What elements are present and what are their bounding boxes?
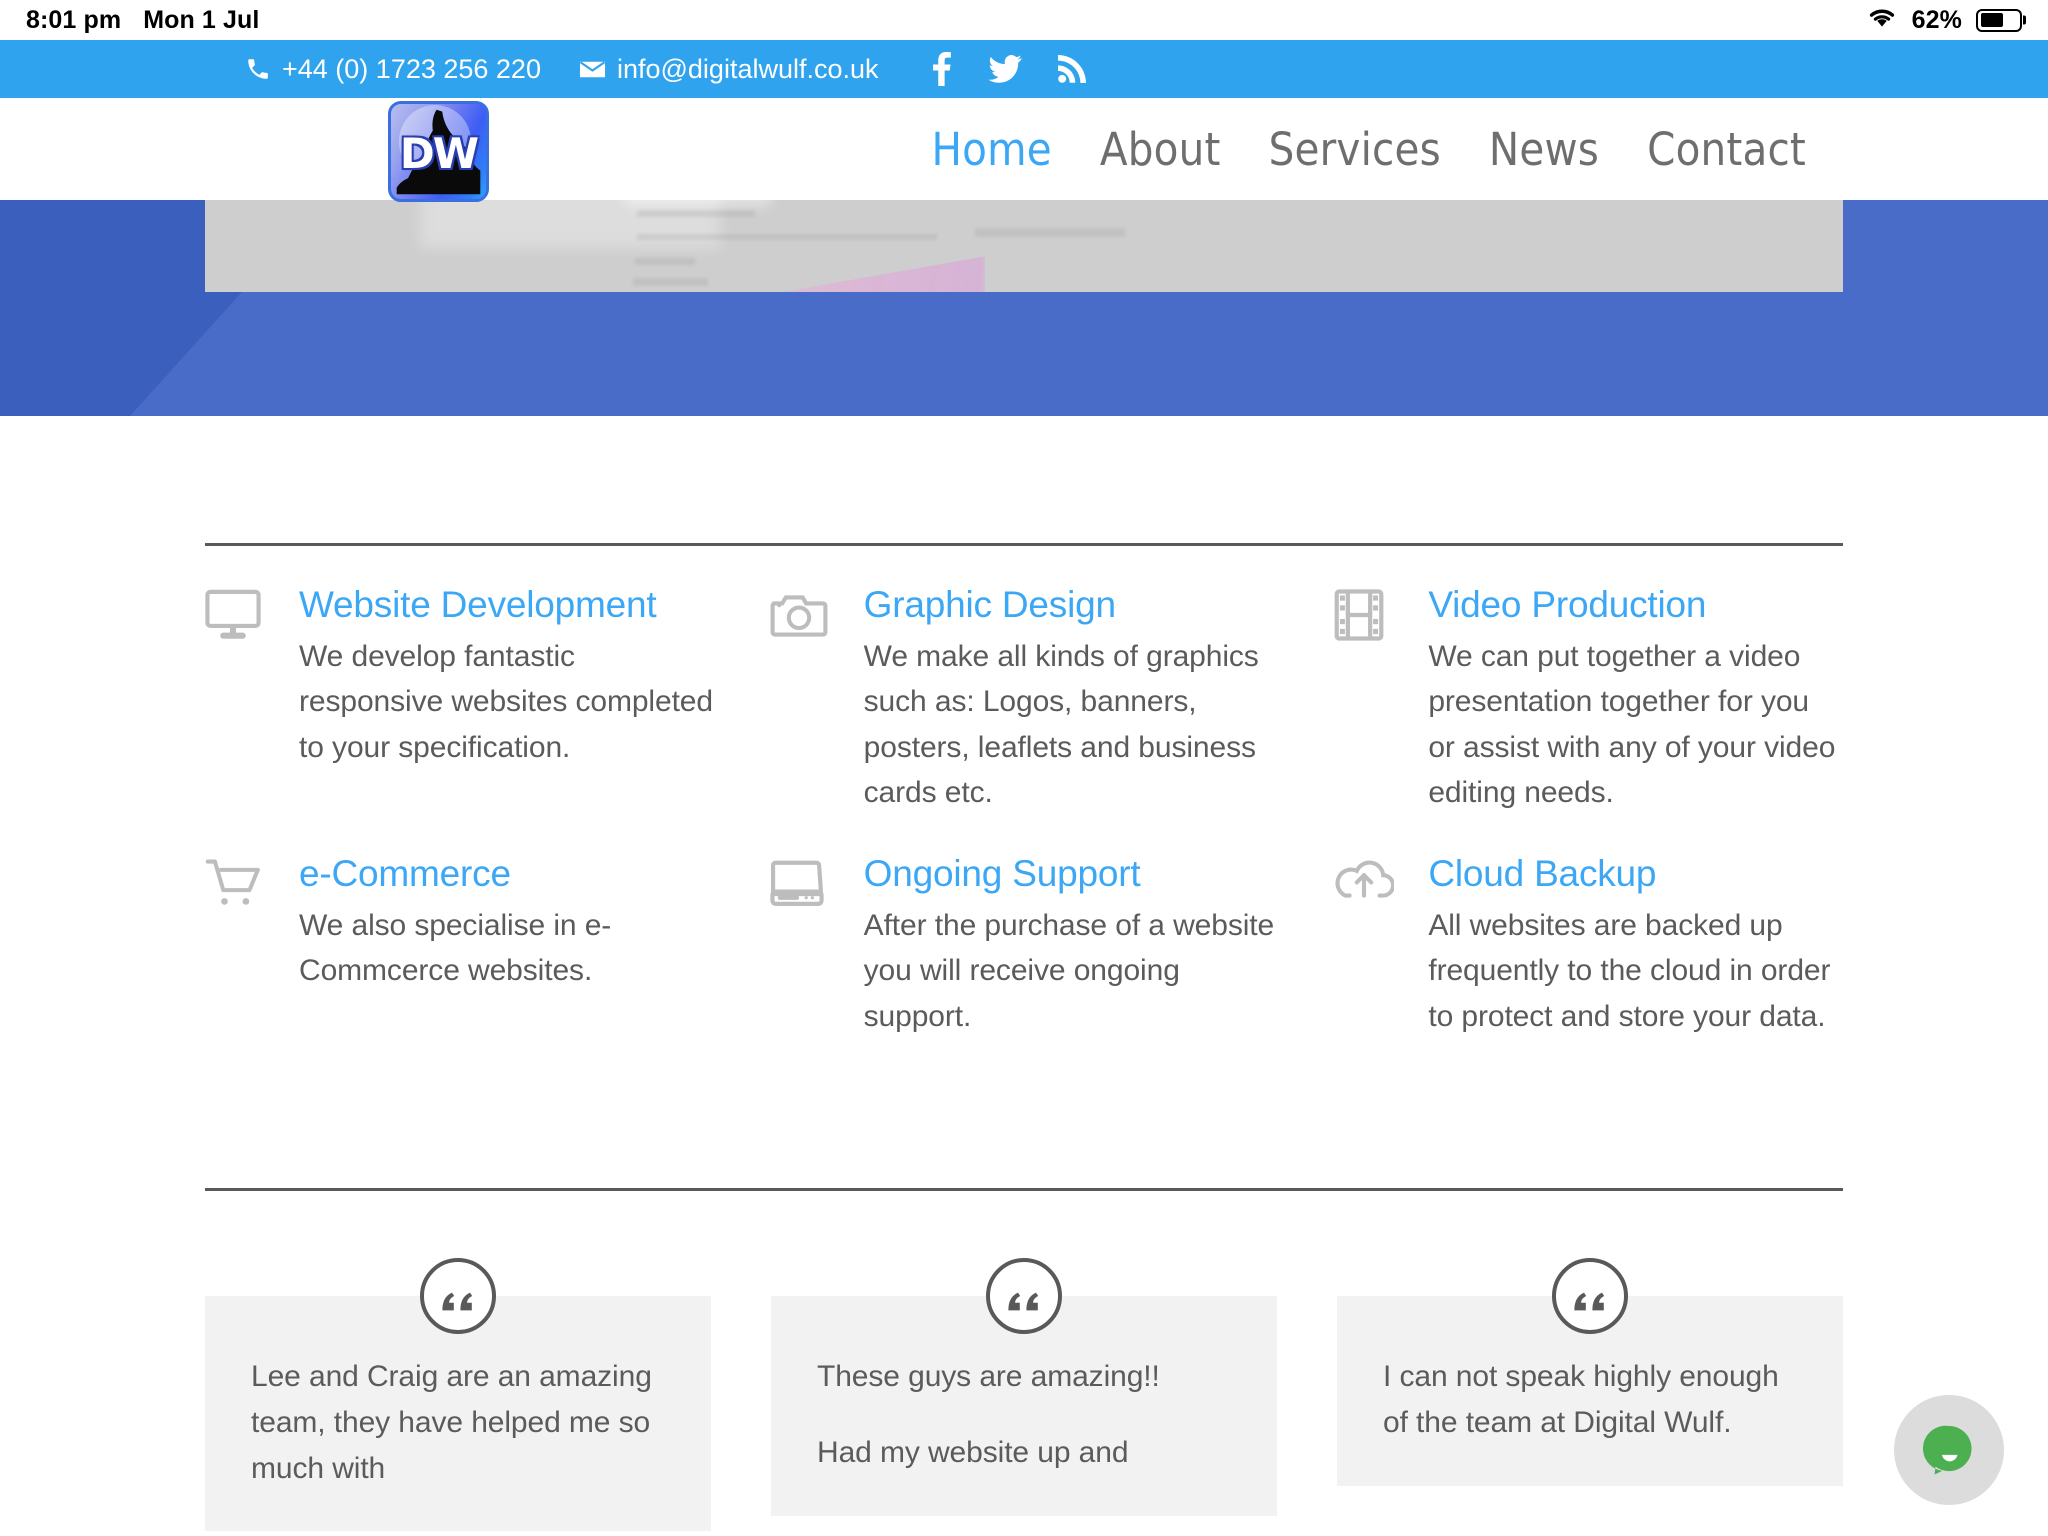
camera-icon bbox=[770, 583, 864, 637]
cloud-upload-icon bbox=[1334, 852, 1428, 902]
service-card[interactable]: e-Commerce We also specialise in e-Commc… bbox=[205, 852, 714, 1039]
testimonial-card: Lee and Craig are an amazing team, they … bbox=[205, 1258, 711, 1532]
chat-widget-button[interactable] bbox=[1894, 1395, 2004, 1506]
phone-link[interactable]: +44 (0) 1723 256 220 bbox=[245, 54, 541, 85]
service-title[interactable]: e-Commerce bbox=[299, 852, 714, 896]
status-bar-left: 8:01 pm Mon 1 Jul bbox=[26, 6, 259, 35]
service-title[interactable]: Website Development bbox=[299, 583, 714, 627]
site-header: DW Home About Services News Contact bbox=[0, 97, 2048, 202]
service-card-body: Website Development We develop fantastic… bbox=[299, 583, 714, 770]
site-header-inner: DW Home About Services News Contact bbox=[174, 97, 1874, 202]
hero-image-line-2 bbox=[637, 234, 937, 240]
services-grid: Website Development We develop fantastic… bbox=[205, 546, 1843, 1075]
social-links bbox=[931, 52, 1086, 86]
hero-image-line-3 bbox=[975, 228, 1125, 237]
site-logo[interactable]: DW bbox=[388, 100, 489, 202]
nav-item-about[interactable]: About bbox=[1076, 123, 1245, 176]
service-title[interactable]: Ongoing Support bbox=[864, 852, 1279, 896]
testimonial-card: These guys are amazing!! Had my website … bbox=[771, 1258, 1277, 1531]
service-text: We make all kinds of graphics such as: L… bbox=[863, 639, 1259, 810]
battery-fill bbox=[1980, 13, 2004, 27]
hero-banner bbox=[0, 200, 2048, 416]
service-card[interactable]: Cloud Backup All websites are backed up … bbox=[1334, 852, 1843, 1039]
hero-image-line-5 bbox=[633, 278, 708, 286]
contact-topbar: +44 (0) 1723 256 220 info@digitalwulf.co… bbox=[0, 40, 2048, 98]
testimonials-grid: Lee and Craig are an amazing team, they … bbox=[205, 1191, 1843, 1532]
phone-number: +44 (0) 1723 256 220 bbox=[282, 53, 541, 84]
service-card-body: Cloud Backup All websites are backed up … bbox=[1428, 852, 1843, 1039]
facebook-icon[interactable] bbox=[931, 52, 952, 86]
nav-item-contact[interactable]: Contact bbox=[1623, 123, 1830, 176]
service-title[interactable]: Graphic Design bbox=[864, 583, 1279, 627]
page-body: Website Development We develop fantastic… bbox=[0, 543, 2048, 1532]
contact-topbar-inner: +44 (0) 1723 256 220 info@digitalwulf.co… bbox=[205, 52, 1843, 86]
ios-status-bar: 8:01 pm Mon 1 Jul 62% bbox=[0, 0, 2048, 40]
service-title[interactable]: Cloud Backup bbox=[1428, 852, 1843, 896]
quote-icon bbox=[986, 1258, 1062, 1335]
email-link[interactable]: info@digitalwulf.co.uk bbox=[579, 54, 879, 85]
service-card[interactable]: Graphic Design We make all kinds of grap… bbox=[770, 583, 1279, 816]
monitor-icon bbox=[205, 583, 299, 641]
envelope-icon bbox=[579, 59, 606, 80]
testimonial-card: I can not speak highly enough of the tea… bbox=[1337, 1258, 1843, 1531]
logo-text: DW bbox=[399, 129, 479, 179]
service-card-body: Video Production We can put together a v… bbox=[1428, 583, 1843, 816]
testimonial-paragraph: Lee and Craig are an amazing team, they … bbox=[251, 1360, 652, 1485]
film-strip-icon bbox=[1334, 583, 1428, 641]
service-card[interactable]: Video Production We can put together a v… bbox=[1334, 583, 1843, 816]
status-bar-right: 62% bbox=[1866, 5, 2022, 36]
battery-icon bbox=[1976, 8, 2022, 32]
content-container: Website Development We develop fantastic… bbox=[205, 543, 1843, 1532]
service-card[interactable]: Ongoing Support After the purchase of a … bbox=[770, 852, 1279, 1039]
email-address: info@digitalwulf.co.uk bbox=[616, 53, 879, 84]
hero-image-line-4 bbox=[635, 258, 695, 265]
testimonial-paragraph: I can not speak highly enough of the tea… bbox=[1383, 1360, 1779, 1440]
hero-image-highlight-a bbox=[420, 200, 720, 248]
hero-screenshot-image bbox=[205, 200, 1843, 292]
service-text: We develop fantastic responsive websites… bbox=[299, 639, 713, 764]
service-card-body: Ongoing Support After the purchase of a … bbox=[864, 852, 1279, 1039]
status-bar-date: Mon 1 Jul bbox=[143, 5, 260, 34]
service-text: All websites are backed up frequently to… bbox=[1428, 908, 1831, 1033]
quote-icon bbox=[420, 1258, 496, 1335]
battery-percent-label: 62% bbox=[1911, 5, 1962, 34]
chat-bubble-icon bbox=[1918, 1419, 1980, 1481]
hard-drive-icon bbox=[770, 852, 864, 908]
service-card-body: e-Commerce We also specialise in e-Commc… bbox=[299, 852, 714, 994]
service-text: After the purchase of a website you will… bbox=[863, 908, 1275, 1033]
rss-icon[interactable] bbox=[1057, 54, 1086, 84]
phone-icon bbox=[245, 56, 271, 82]
quote-icon bbox=[1552, 1258, 1628, 1335]
main-navigation: Home About Services News Contact bbox=[907, 123, 1850, 176]
twitter-icon[interactable] bbox=[987, 55, 1022, 83]
shopping-cart-icon bbox=[205, 852, 299, 908]
nav-item-services[interactable]: Services bbox=[1245, 123, 1465, 176]
status-bar-time: 8:01 pm bbox=[26, 5, 122, 34]
testimonial-paragraph: Had my website up and bbox=[817, 1436, 1129, 1470]
hero-image-line-1 bbox=[637, 210, 755, 217]
wifi-icon bbox=[1866, 5, 1898, 36]
nav-item-home[interactable]: Home bbox=[907, 123, 1075, 176]
service-text: We also specialise in e-Commcerce websit… bbox=[299, 908, 612, 988]
nav-item-news[interactable]: News bbox=[1465, 123, 1623, 176]
service-card[interactable]: Website Development We develop fantastic… bbox=[205, 583, 714, 816]
service-text: We can put together a video presentation… bbox=[1428, 639, 1836, 810]
testimonial-paragraph: These guys are amazing!! bbox=[817, 1360, 1160, 1394]
service-card-body: Graphic Design We make all kinds of grap… bbox=[864, 583, 1279, 816]
service-title[interactable]: Video Production bbox=[1428, 583, 1843, 627]
